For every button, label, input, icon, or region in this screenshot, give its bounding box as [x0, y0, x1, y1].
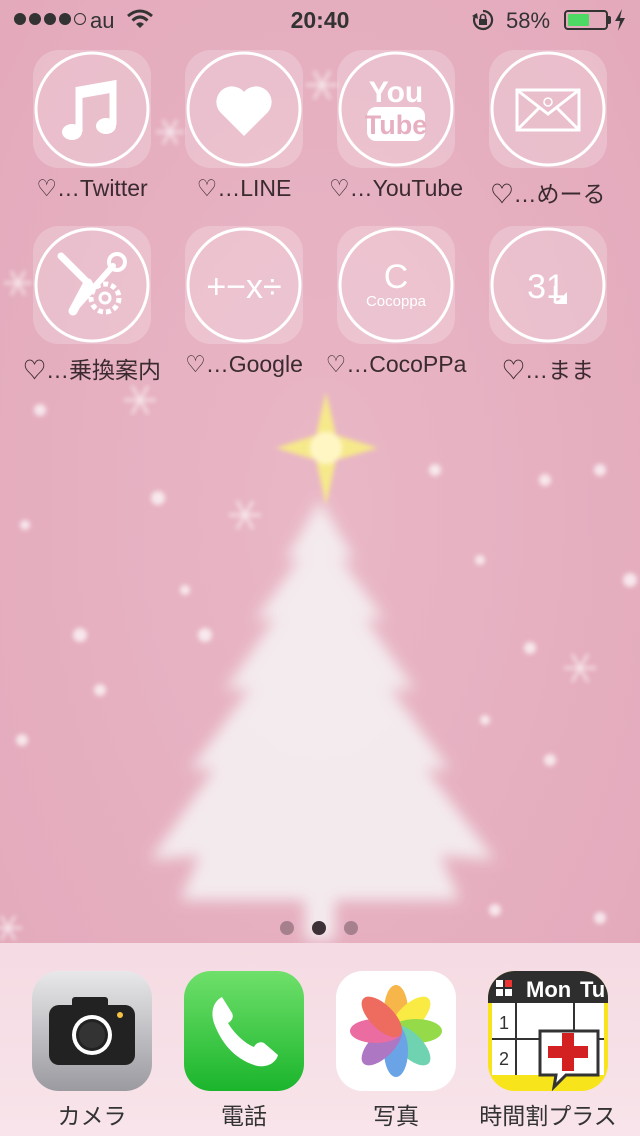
app-label: ♡…YouTube: [328, 175, 463, 201]
youtube-icon: You Tube: [338, 51, 454, 167]
heart-icon: [186, 51, 302, 167]
timetable-period-text: 2: [499, 1049, 509, 1069]
battery-level: [568, 14, 589, 26]
photos-icon: [350, 985, 442, 1077]
app-transit[interactable]: ♡…乗換案内: [17, 226, 167, 396]
timetable-icon: Mon Tu 1 2: [488, 971, 608, 1091]
envelope-icon: [490, 51, 606, 167]
camera-icon: [49, 997, 135, 1065]
dock-app-camera[interactable]: カメラ: [16, 971, 168, 1131]
dock-app-label: 時間割プラス: [479, 1103, 617, 1129]
timetable-day-text: Tu: [580, 977, 605, 1002]
page-indicator[interactable]: [280, 921, 358, 935]
youtube-icon-text: You: [369, 76, 423, 109]
app-label: ♡…Google: [185, 351, 303, 377]
dock-app-photos[interactable]: 写真: [320, 971, 472, 1131]
page-dot[interactable]: [280, 921, 294, 935]
app-mama[interactable]: 31 ♡…まま: [473, 226, 623, 396]
calculator-icon-text: +−x÷: [206, 268, 281, 306]
app-youtube[interactable]: You Tube ♡…YouTube: [321, 50, 471, 220]
music-note-icon: [34, 51, 150, 167]
app-label: ♡…乗換案内: [23, 357, 161, 383]
app-label: ♡…まま: [502, 357, 594, 383]
dock-app-label: 電話: [221, 1103, 267, 1129]
phone-icon: [212, 997, 278, 1067]
app-label: ♡…めーる: [490, 181, 606, 207]
page-dot[interactable]: [344, 921, 358, 935]
app-label: ♡…LINE: [196, 175, 292, 201]
app-label: ♡…Twitter: [36, 175, 148, 201]
status-bar: au 20:40 58%: [0, 0, 640, 40]
app-twitter[interactable]: ♡…Twitter: [17, 50, 167, 220]
app-label: ♡…CocoPPa: [325, 351, 467, 377]
app-line[interactable]: ♡…LINE: [169, 50, 319, 220]
calendar-31-icon: 31: [490, 227, 606, 343]
youtube-icon-text: Tube: [365, 110, 428, 140]
dock: カメラ 電話 写真 Mon Tu 1 2 時間割プラス: [0, 943, 640, 1136]
cocoppa-icon-letter: C: [384, 258, 409, 296]
app-cocoppa[interactable]: C Cocoppa ♡…CocoPPa: [321, 226, 471, 396]
dock-app-label: カメラ: [57, 1103, 127, 1129]
timetable-period-text: 1: [499, 1013, 509, 1033]
app-mail[interactable]: ♡…めーる: [473, 50, 623, 220]
cocoppa-icon-text: Cocoppa: [366, 293, 427, 310]
timetable-day-text: Mon: [526, 977, 571, 1002]
page-dot[interactable]: [312, 921, 326, 935]
cocoppa-icon: C Cocoppa: [338, 227, 454, 343]
orientation-lock-icon: [472, 9, 494, 31]
calculator-symbols-icon: +−x÷: [186, 227, 302, 343]
battery-nub: [608, 16, 611, 24]
tools-icon: [34, 227, 150, 343]
battery-percent: 58%: [506, 8, 551, 33]
charging-bolt-icon: [615, 9, 625, 31]
battery-icon: [564, 10, 608, 30]
dock-app-label: 写真: [373, 1103, 419, 1129]
dock-app-timetable[interactable]: Mon Tu 1 2 時間割プラス: [472, 971, 624, 1131]
app-google[interactable]: +−x÷ ♡…Google: [169, 226, 319, 396]
dock-app-phone[interactable]: 電話: [168, 971, 320, 1131]
